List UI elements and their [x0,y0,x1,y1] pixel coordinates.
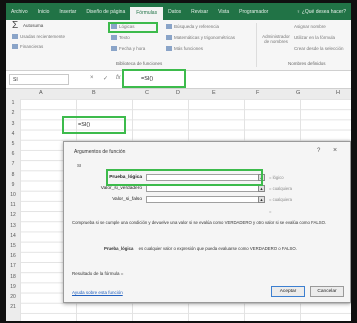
ok-button[interactable]: Aceptar [271,286,305,297]
formula-bar: SI × ✓ fx =SI() [6,69,351,89]
tab-review[interactable]: Revisar [186,9,213,15]
row-header[interactable]: 14 [6,233,20,239]
col-header-g[interactable]: G [296,90,300,96]
argument-description: Prueba_lógica es cualquier valor o expre… [104,246,344,252]
help-link[interactable]: Ayuda sobre esta función [72,290,123,295]
math-icon [166,35,172,41]
more-functions-icon [166,46,172,52]
function-description: Comprueba si se cumple una condición y d… [72,220,327,225]
row-header[interactable]: 20 [6,294,20,300]
arg-value-value-if-true: = cualquiera [269,186,292,191]
function-name: SI [77,163,82,168]
value-if-true-input[interactable] [146,185,261,192]
tab-home[interactable]: Inicio [33,9,55,15]
row-header[interactable]: 8 [6,172,20,178]
col-header-f[interactable]: F [256,90,259,96]
tab-developer[interactable]: Programador [234,9,273,15]
math-button[interactable]: Matemáticas y trigonométricas [166,35,235,41]
row-header[interactable]: 9 [6,182,20,188]
financial-icon [12,44,18,50]
autosum-button[interactable]: Autosuma [23,23,43,28]
lookup-button[interactable]: Búsqueda y referencia [166,24,219,30]
function-arguments-dialog: Argumentos de función ? × SI Prueba_lógi… [63,141,351,303]
arg-label-value-if-true: Valor_si_verdadero [100,186,142,191]
row-header[interactable]: 15 [6,243,20,249]
value-if-false-input[interactable] [146,196,261,203]
tab-data[interactable]: Datos [163,9,186,15]
col-header-h[interactable]: H [336,90,340,96]
tab-view[interactable]: Vista [213,9,234,15]
collapse-dialog-icon[interactable]: ▲ [258,196,265,203]
arg-desc-label: Prueba_lógica [104,246,134,251]
collapse-dialog-icon[interactable]: ▲ [258,185,265,192]
row-header[interactable]: 12 [6,212,20,218]
cancel-icon[interactable]: × [90,75,94,81]
create-from-selection-button[interactable]: Crear desde la selección [294,46,344,51]
tab-page-layout[interactable]: Diseño de página [81,9,130,15]
datetime-icon [111,46,117,52]
logical-highlight [108,22,158,33]
arg-value-value-if-false: = cualquiera [269,197,292,202]
dialog-title: Argumentos de función [74,149,126,155]
tab-file[interactable]: Archivo [6,9,33,15]
datetime-button[interactable]: Fecha y hora [111,46,145,52]
col-header-e[interactable]: E [212,90,216,96]
group-defined-names: Nombres definidos [288,61,326,66]
col-header-d[interactable]: D [176,90,180,96]
name-box[interactable]: SI [9,74,69,85]
tab-formulas[interactable]: Fórmulas [130,7,164,20]
row-header[interactable]: 4 [6,131,20,137]
autosum-icon[interactable]: Σ [12,20,18,31]
arg-value-logical-test: = lógico [269,175,284,180]
logical-test-highlight [106,169,263,186]
row-header[interactable]: 10 [6,192,20,198]
lookup-icon [166,24,172,30]
col-header-b[interactable]: B [92,90,96,96]
financial-button[interactable]: Financieras [12,44,43,50]
row-header[interactable]: 13 [6,223,20,229]
assign-name-button[interactable]: Asignar nombre [294,24,326,29]
col-header-c[interactable]: C [145,90,149,96]
text-icon [111,35,117,41]
row-header[interactable]: 11 [6,202,20,208]
row-header[interactable]: 17 [6,263,20,269]
row-header[interactable]: 2 [6,110,20,116]
close-icon[interactable]: × [333,147,337,154]
formula-highlight [122,69,186,88]
row-header[interactable]: 18 [6,274,20,280]
name-manager-button[interactable]: Administrador de nombres [261,34,291,44]
result-equals: = [269,209,272,214]
row-header[interactable]: 1 [6,100,20,106]
group-function-library: Biblioteca de funciones [116,61,163,66]
excel-window: Archivo Inicio Insertar Diseño de página… [6,3,351,321]
arg-label-value-if-false: Valor_si_falso [112,197,142,202]
cancel-button[interactable]: Cancelar [310,286,344,297]
row-headers: 1 2 3 4 5 6 7 8 9 10 11 12 13 14 15 16 1… [6,99,21,321]
row-header[interactable]: 5 [6,141,20,147]
insert-function-icon[interactable]: fx [116,75,121,81]
row-header[interactable]: 21 [6,304,20,310]
arg-desc-text: es cualquier valor o expresión que pueda… [138,246,297,251]
use-in-formula-button[interactable]: Utilizar en la fórmula [294,35,335,40]
ribbon-separator [256,23,257,67]
formula-result-label: Resultado de la fórmula = [72,271,124,276]
tell-me-search[interactable]: ♀ ¿Qué desea hacer? [292,9,351,15]
row-header[interactable]: 6 [6,151,20,157]
ribbon-tabs: Archivo Inicio Insertar Diseño de página… [6,3,351,20]
recent-icon [12,34,18,40]
help-icon[interactable]: ? [317,148,320,154]
ribbon: Σ Autosuma Usadas recientemente Financie… [6,20,351,71]
row-header[interactable]: 3 [6,121,20,127]
text-button[interactable]: Texto [111,35,130,41]
row-header[interactable]: 7 [6,161,20,167]
recent-functions-button[interactable]: Usadas recientemente [12,34,65,40]
tab-insert[interactable]: Insertar [54,9,81,15]
more-functions-button[interactable]: Más funciones [166,46,203,52]
active-cell-highlight [62,116,126,134]
row-header[interactable]: 19 [6,284,20,290]
col-header-a[interactable]: A [39,90,43,96]
enter-icon[interactable]: ✓ [103,75,108,82]
row-header[interactable]: 16 [6,253,20,259]
